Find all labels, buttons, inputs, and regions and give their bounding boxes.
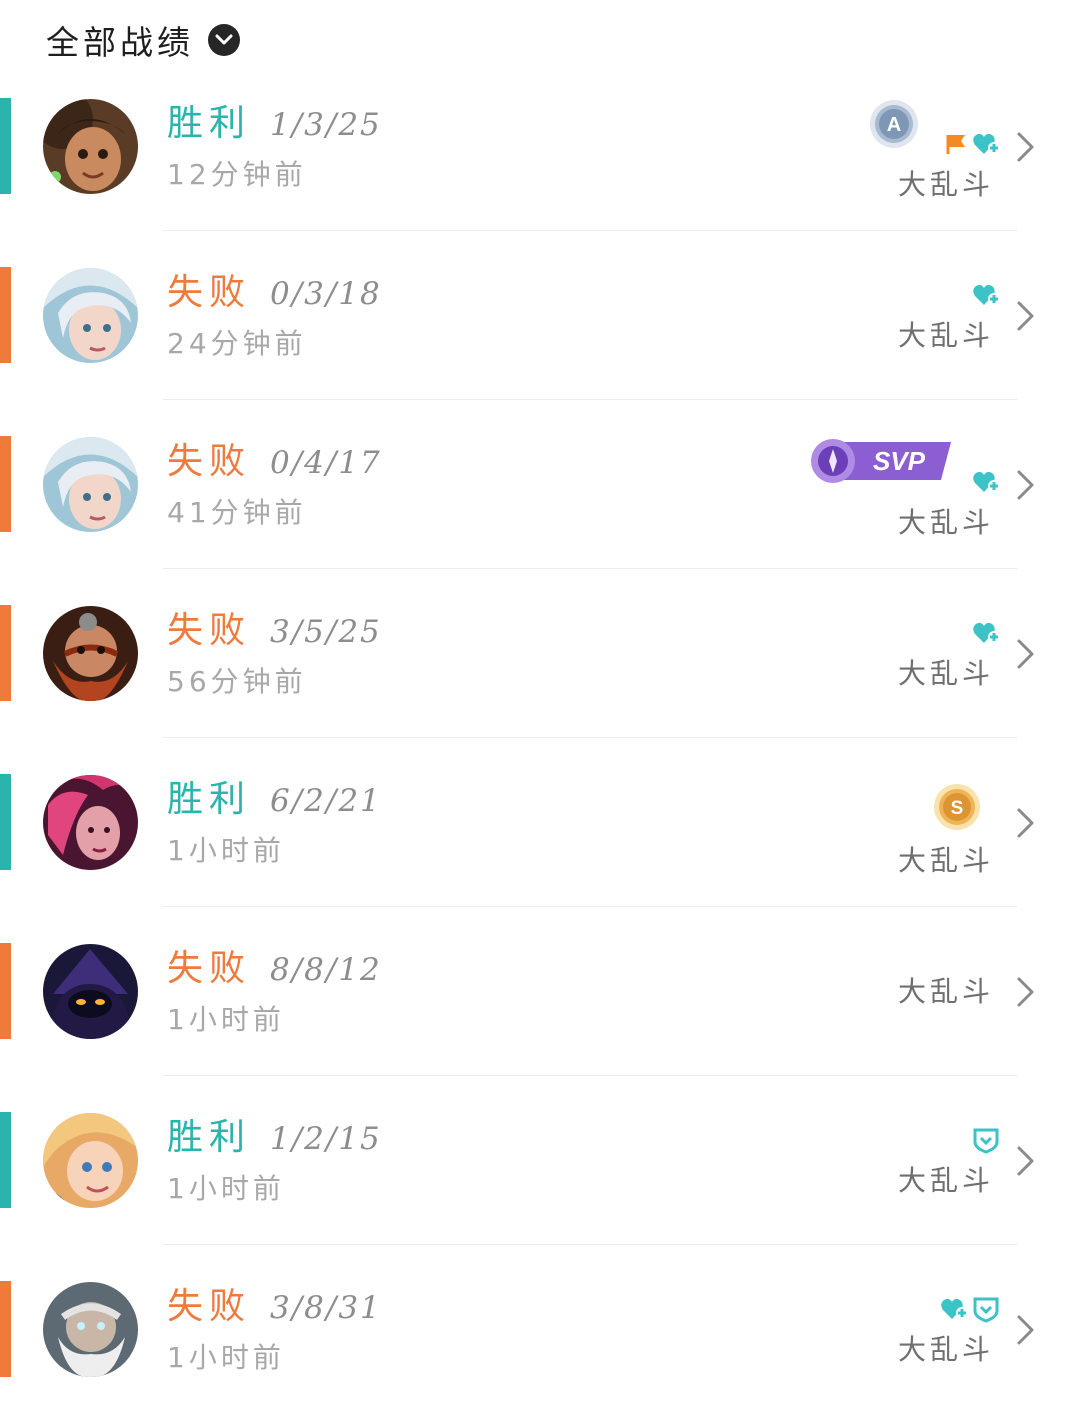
match-time: 24分钟前 (167, 327, 307, 360)
heart-plus-icon (972, 470, 1000, 498)
heart-plus-icon (972, 283, 1000, 311)
header[interactable]: 全部战绩 (46, 14, 240, 66)
chevron-down-icon[interactable] (208, 24, 240, 56)
match-result: 胜利 (167, 103, 252, 144)
page-title: 全部战绩 (46, 23, 194, 62)
game-mode: 大乱斗 (897, 319, 994, 352)
loss-indicator (0, 943, 11, 1039)
champion-avatar (43, 99, 138, 194)
chevron-right-icon[interactable] (1015, 468, 1037, 502)
game-mode: 大乱斗 (897, 844, 994, 877)
match-row[interactable]: 失败 0/3/18 24分钟前 大乱斗 (0, 231, 1080, 400)
champion-avatar (43, 1282, 138, 1377)
flag-icon (944, 132, 968, 160)
match-result: 失败 (167, 441, 252, 482)
kda-score: 1/2/15 (270, 1121, 382, 1157)
chevron-right-icon[interactable] (1015, 1144, 1037, 1178)
match-row[interactable]: 胜利 1/2/15 1小时前 大乱斗 (0, 1076, 1080, 1245)
match-time: 41分钟前 (167, 496, 307, 529)
game-mode: 大乱斗 (897, 1333, 994, 1366)
match-row[interactable]: 失败 8/8/12 1小时前 大乱斗 (0, 907, 1080, 1076)
match-result: 失败 (167, 610, 252, 651)
match-time: 56分钟前 (167, 665, 307, 698)
champion-avatar (43, 606, 138, 701)
game-mode: 大乱斗 (897, 1164, 994, 1197)
chevron-right-icon[interactable] (1015, 637, 1037, 671)
svp-badge: SVP (803, 436, 953, 490)
champion-avatar (43, 775, 138, 870)
match-row[interactable]: 失败 3/5/25 56分钟前 大乱斗 (0, 569, 1080, 738)
game-mode: 大乱斗 (897, 168, 994, 201)
champion-avatar (43, 268, 138, 363)
match-time: 1小时前 (167, 834, 285, 867)
svg-text:A: A (887, 114, 901, 136)
shield-icon (972, 1295, 1000, 1327)
match-row[interactable]: 失败 0/4/17 41分钟前 SVP 大乱斗 (0, 400, 1080, 569)
match-result: 胜利 (167, 1117, 252, 1158)
chevron-right-icon[interactable] (1015, 1313, 1037, 1347)
svg-text:S: S (951, 798, 964, 819)
loss-indicator (0, 605, 11, 701)
match-row[interactable]: 胜利 1/3/25 12分钟前 A 大乱斗 (0, 62, 1080, 231)
kda-score: 3/5/25 (270, 614, 382, 650)
heart-plus-icon (972, 132, 1000, 160)
win-indicator (0, 98, 11, 194)
kda-score: 6/2/21 (270, 783, 382, 819)
game-mode: 大乱斗 (897, 975, 994, 1008)
match-list: 胜利 1/3/25 12分钟前 A 大乱斗 失败 0/3/18 24分钟前 大乱… (0, 62, 1080, 1414)
kda-score: 0/3/18 (270, 276, 382, 312)
chevron-right-icon[interactable] (1015, 299, 1037, 333)
match-time: 1小时前 (167, 1003, 285, 1036)
loss-indicator (0, 436, 11, 532)
game-mode: 大乱斗 (897, 506, 994, 539)
champion-avatar (43, 437, 138, 532)
chevron-right-icon[interactable] (1015, 975, 1037, 1009)
kda-score: 1/3/25 (270, 107, 382, 143)
heart-plus-icon (940, 1297, 968, 1325)
a-medal-icon: A (868, 98, 920, 154)
svp-label: SVP (873, 446, 926, 476)
match-row[interactable]: 失败 3/8/31 1小时前 大乱斗 (0, 1245, 1080, 1414)
kda-score: 0/4/17 (270, 445, 382, 481)
match-result: 胜利 (167, 779, 252, 820)
match-result: 失败 (167, 272, 252, 313)
champion-avatar (43, 944, 138, 1039)
champion-avatar (43, 1113, 138, 1208)
chevron-right-icon[interactable] (1015, 130, 1037, 164)
match-time: 1小时前 (167, 1341, 285, 1374)
win-indicator (0, 774, 11, 870)
kda-score: 3/8/31 (270, 1290, 382, 1326)
match-time: 12分钟前 (167, 158, 307, 191)
s-medal-icon: S (932, 782, 982, 836)
match-result: 失败 (167, 1286, 252, 1327)
chevron-right-icon[interactable] (1015, 806, 1037, 840)
shield-icon (972, 1126, 1000, 1158)
game-mode: 大乱斗 (897, 657, 994, 690)
match-result: 失败 (167, 948, 252, 989)
loss-indicator (0, 267, 11, 363)
heart-plus-icon (972, 621, 1000, 649)
match-time: 1小时前 (167, 1172, 285, 1205)
loss-indicator (0, 1281, 11, 1377)
win-indicator (0, 1112, 11, 1208)
match-row[interactable]: 胜利 6/2/21 1小时前 S 大乱斗 (0, 738, 1080, 907)
kda-score: 8/8/12 (270, 952, 382, 988)
